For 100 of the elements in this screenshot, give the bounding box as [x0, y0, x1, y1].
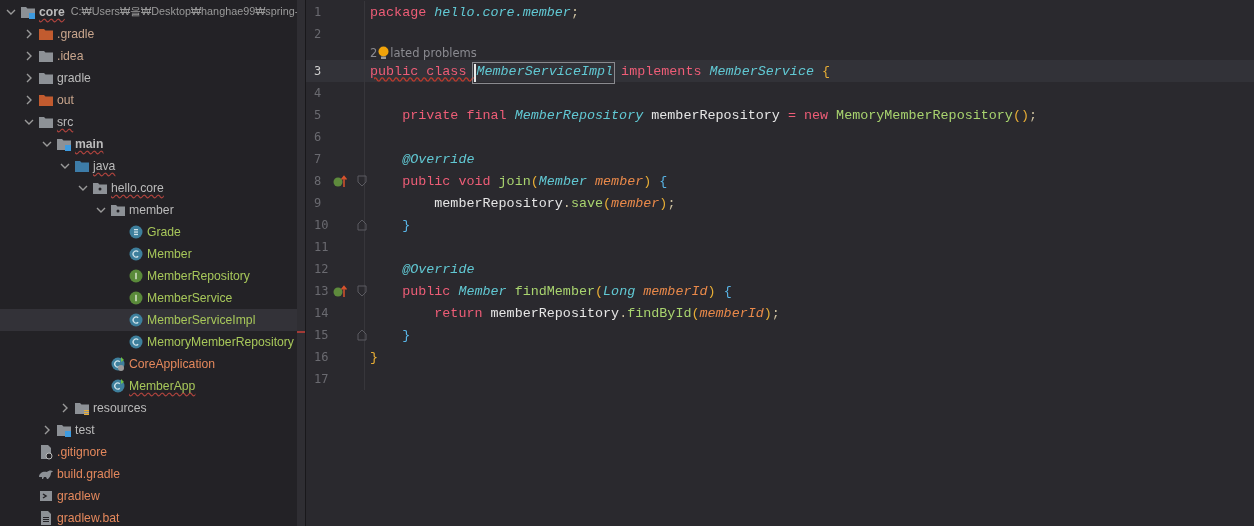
resources-folder-icon [74, 400, 90, 416]
tree-item[interactable]: CoreApplication [0, 353, 297, 375]
code-token: MemoryMemberRepository [836, 107, 1013, 125]
code-token: } [401, 327, 411, 345]
line-number: 9 [313, 196, 323, 210]
code-token: ; [771, 305, 780, 323]
interface-icon [128, 268, 144, 284]
tree-item[interactable]: test [0, 419, 297, 441]
tree-item[interactable]: gradlew [0, 485, 297, 507]
code-token: public class [370, 63, 468, 81]
folder-icon [38, 92, 54, 108]
file-name: Member [147, 246, 192, 263]
tree-item[interactable]: MemberApp [0, 375, 297, 397]
code-token: ) [643, 173, 653, 191]
tree-item[interactable]: member [0, 199, 297, 221]
implements-marker-icon[interactable] [333, 284, 347, 298]
code-token: ( [603, 195, 612, 213]
line-number: 5 [313, 108, 323, 122]
line-number: 13 [313, 284, 330, 298]
line-number: 8 [313, 174, 323, 188]
folder-icon [38, 48, 54, 64]
code-token: memberRepository [433, 195, 563, 213]
package-icon [110, 202, 126, 218]
tree-item[interactable]: MemberService [0, 287, 297, 309]
tree-item[interactable]: MemoryMemberRepository [0, 331, 297, 353]
tree-item[interactable]: main [0, 133, 297, 155]
code-token: ( [530, 173, 539, 191]
code-token: memberRepository [490, 305, 620, 323]
line-number: 4 [313, 86, 323, 100]
file-name: main [75, 136, 104, 153]
file-name: CoreApplication [129, 356, 216, 373]
code-token: ; [667, 195, 676, 213]
tree-item[interactable]: hello.core [0, 177, 297, 199]
code-token: Long [603, 283, 637, 301]
class-icon [110, 378, 126, 394]
file-name: java [93, 158, 116, 175]
tree-item[interactable]: java [0, 155, 297, 177]
tree-item[interactable]: out [0, 89, 297, 111]
code-token: } [401, 217, 411, 235]
line-number: 1 [313, 5, 323, 19]
interface-icon [128, 290, 144, 306]
file-name: build.gradle [57, 466, 120, 483]
file-name: member [129, 202, 174, 219]
code-token: return [433, 305, 484, 323]
code-token: private final [401, 107, 508, 125]
implements-marker-icon[interactable] [333, 174, 347, 188]
line-number: 3 [313, 64, 323, 78]
code-token: hello.core.member [434, 4, 571, 22]
tree-item[interactable]: Grade [0, 221, 297, 243]
class-icon [128, 246, 144, 262]
tree-item[interactable]: .gradle [0, 23, 297, 45]
class-icon [110, 356, 126, 372]
line-number: 6 [313, 130, 323, 144]
code-token: MemberRepository [514, 107, 645, 125]
code-token: = new [787, 107, 830, 125]
tree-item[interactable]: src [0, 111, 297, 133]
code-token: Member [538, 173, 588, 191]
tree-item[interactable]: gradle [0, 67, 297, 89]
code-token: member [595, 173, 644, 191]
code-token: findById [627, 305, 692, 323]
code-token: ) [763, 305, 772, 323]
line-number: 16 [313, 350, 330, 364]
file-icon [38, 444, 54, 460]
code-token: ( [691, 305, 700, 323]
file-name: MemberService [147, 290, 233, 307]
module-folder-icon [56, 422, 72, 438]
tree-item[interactable]: resources [0, 397, 297, 419]
file-name: gradle [57, 70, 91, 87]
code-token: MemberService [709, 63, 815, 81]
code-token: } [370, 349, 379, 367]
code-token: () [1012, 107, 1029, 125]
tree-item[interactable]: Member [0, 243, 297, 265]
file-name: MemberServiceImpl [147, 312, 256, 329]
code-token: save [570, 195, 604, 213]
lightbulb-icon[interactable] [377, 45, 391, 60]
file-name: Grade [147, 224, 181, 241]
tree-item[interactable]: .idea [0, 45, 297, 67]
tree-item[interactable]: MemberServiceImpl [0, 309, 297, 331]
line-number: 12 [313, 262, 330, 276]
code-token: findMember [514, 283, 595, 301]
code-token: memberId [699, 305, 764, 323]
tree-item[interactable]: gradlew.bat [0, 507, 297, 526]
file-name: out [57, 92, 74, 109]
file-name: .idea [57, 48, 84, 65]
class-icon [128, 312, 144, 328]
tree-item[interactable]: build.gradle [0, 463, 297, 485]
tree-item[interactable]: core C:₩Users₩을₩Desktop₩hanghae99₩spring- [0, 1, 297, 23]
code-token: memberId [643, 283, 708, 301]
inlay-hint[interactable]: 2 lated problems [365, 45, 477, 60]
class-icon [128, 334, 144, 350]
line-number: 2 [313, 27, 323, 41]
file-name: gradlew.bat [57, 510, 120, 526]
tree-item[interactable]: MemberRepository [0, 265, 297, 287]
file-name: resources [93, 400, 147, 417]
file-name: src [57, 114, 74, 131]
tree-item[interactable]: .gitignore [0, 441, 297, 463]
scrollbar[interactable] [297, 0, 305, 526]
file-name: MemberApp [129, 378, 196, 395]
file-name: MemberRepository [147, 268, 250, 285]
code-token: . [562, 195, 571, 213]
